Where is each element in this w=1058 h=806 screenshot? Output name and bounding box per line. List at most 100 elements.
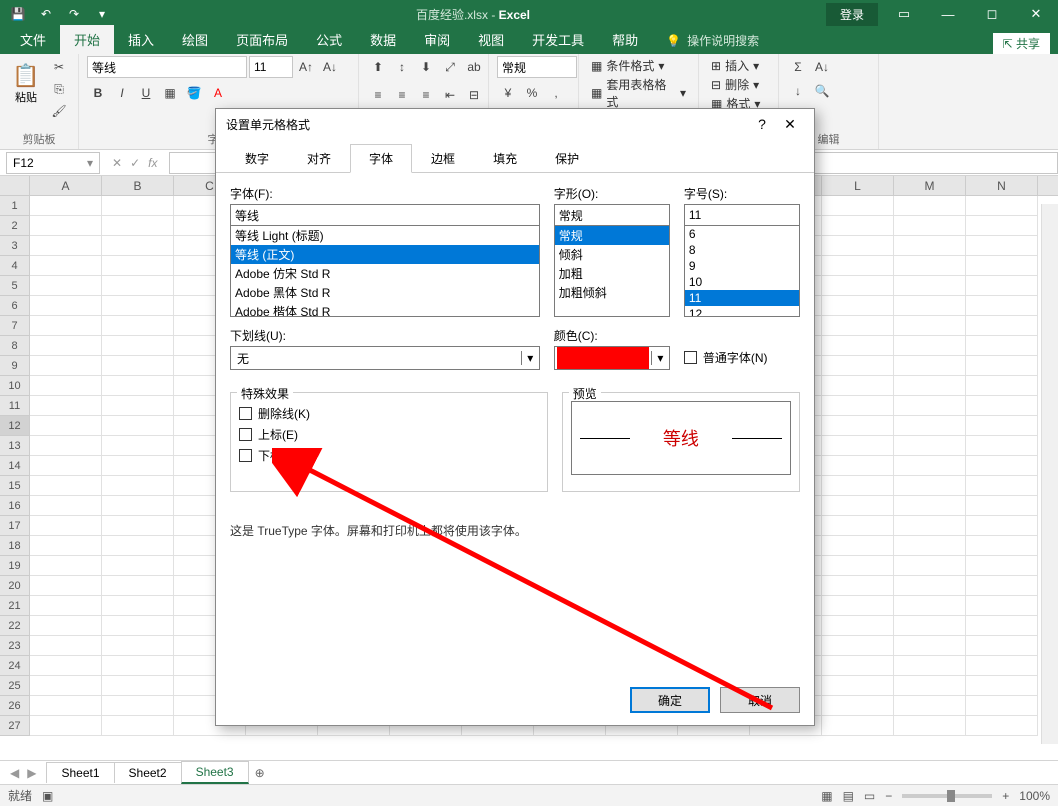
align-bottom-icon[interactable]: ⬇ <box>415 56 437 78</box>
font-size-input[interactable] <box>684 204 800 226</box>
cell[interactable] <box>102 476 174 496</box>
number-format-combo[interactable]: 常规 <box>497 56 577 78</box>
dialog-close-icon[interactable]: ✕ <box>776 116 804 133</box>
cell[interactable] <box>30 616 102 636</box>
cell[interactable] <box>966 576 1038 596</box>
decrease-font-icon[interactable]: A↓ <box>319 56 341 78</box>
cell[interactable] <box>894 436 966 456</box>
cell[interactable] <box>102 356 174 376</box>
italic-button[interactable]: I <box>111 82 133 104</box>
cell[interactable] <box>894 536 966 556</box>
cell[interactable] <box>30 596 102 616</box>
share-button[interactable]: ⇱ 共享 <box>993 33 1050 54</box>
cell[interactable] <box>966 276 1038 296</box>
merge-icon[interactable]: ⊟ <box>463 84 485 106</box>
wrap-text-icon[interactable]: ab <box>463 56 485 78</box>
row-header[interactable]: 27 <box>0 716 30 736</box>
cell[interactable] <box>30 536 102 556</box>
decrease-indent-icon[interactable]: ⇤ <box>439 84 461 106</box>
cell[interactable] <box>894 576 966 596</box>
cell[interactable] <box>822 336 894 356</box>
delete-cells-button[interactable]: ⊟ 删除 ▾ <box>707 75 763 94</box>
dlg-tab-number[interactable]: 数字 <box>226 144 288 173</box>
row-header[interactable]: 5 <box>0 276 30 296</box>
cell[interactable] <box>894 356 966 376</box>
tab-developer[interactable]: 开发工具 <box>518 25 598 54</box>
cell[interactable] <box>966 616 1038 636</box>
cancel-button[interactable]: 取消 <box>720 687 800 713</box>
cell[interactable] <box>966 216 1038 236</box>
cell[interactable] <box>30 476 102 496</box>
align-left-icon[interactable]: ≡ <box>367 84 389 106</box>
cell[interactable] <box>822 236 894 256</box>
cell[interactable] <box>966 596 1038 616</box>
cell[interactable] <box>822 556 894 576</box>
cell[interactable] <box>966 536 1038 556</box>
tab-draw[interactable]: 绘图 <box>168 25 222 54</box>
cell[interactable] <box>966 496 1038 516</box>
strikethrough-checkbox[interactable]: 删除线(K) <box>239 405 539 422</box>
cell[interactable] <box>894 636 966 656</box>
cell[interactable] <box>822 196 894 216</box>
cut-icon[interactable]: ✂ <box>48 56 70 78</box>
cell[interactable] <box>894 696 966 716</box>
cell[interactable] <box>894 296 966 316</box>
cell[interactable] <box>894 316 966 336</box>
font-color-icon[interactable]: A <box>207 82 229 104</box>
redo-icon[interactable]: ↷ <box>62 2 86 26</box>
cell[interactable] <box>966 436 1038 456</box>
fill-icon[interactable]: ↓ <box>787 80 809 102</box>
cell[interactable] <box>102 556 174 576</box>
row-header[interactable]: 1 <box>0 196 30 216</box>
cell[interactable] <box>966 316 1038 336</box>
align-top-icon[interactable]: ⬆ <box>367 56 389 78</box>
tab-data[interactable]: 数据 <box>356 25 410 54</box>
ribbon-display-icon[interactable]: ▭ <box>882 0 926 28</box>
maximize-icon[interactable]: ◻ <box>970 0 1014 28</box>
cell[interactable] <box>30 556 102 576</box>
cell[interactable] <box>894 516 966 536</box>
row-header[interactable]: 19 <box>0 556 30 576</box>
cell[interactable] <box>102 256 174 276</box>
tab-help[interactable]: 帮助 <box>598 25 652 54</box>
cell[interactable] <box>822 636 894 656</box>
cell[interactable] <box>894 716 966 736</box>
cell[interactable] <box>102 676 174 696</box>
cell[interactable] <box>30 436 102 456</box>
find-icon[interactable]: 🔍 <box>811 80 833 102</box>
login-button[interactable]: 登录 <box>826 3 878 26</box>
cell[interactable] <box>894 256 966 276</box>
cell[interactable] <box>966 676 1038 696</box>
zoom-level[interactable]: 100% <box>1019 789 1050 803</box>
font-style-list[interactable]: 常规 倾斜 加粗 加粗倾斜 <box>554 225 670 317</box>
col-header[interactable]: N <box>966 176 1038 195</box>
cell[interactable] <box>102 296 174 316</box>
select-all-corner[interactable] <box>0 176 30 195</box>
cell[interactable] <box>102 436 174 456</box>
row-header[interactable]: 17 <box>0 516 30 536</box>
cell[interactable] <box>102 496 174 516</box>
dialog-titlebar[interactable]: 设置单元格格式 ? ✕ <box>216 109 814 139</box>
row-header[interactable]: 26 <box>0 696 30 716</box>
cell[interactable] <box>894 396 966 416</box>
cell[interactable] <box>102 696 174 716</box>
ok-button[interactable]: 确定 <box>630 687 710 713</box>
cell[interactable] <box>822 436 894 456</box>
cell[interactable] <box>966 416 1038 436</box>
cell[interactable] <box>102 416 174 436</box>
cell[interactable] <box>894 476 966 496</box>
paste-button[interactable]: 📋 粘贴 <box>8 56 44 112</box>
cell[interactable] <box>822 476 894 496</box>
enter-formula-icon[interactable]: ✓ <box>130 156 140 170</box>
cell[interactable] <box>102 456 174 476</box>
tab-file[interactable]: 文件 <box>6 25 60 54</box>
cell[interactable] <box>102 716 174 736</box>
underline-button[interactable]: U <box>135 82 157 104</box>
view-break-icon[interactable]: ▭ <box>864 789 875 803</box>
cell[interactable] <box>30 456 102 476</box>
cell[interactable] <box>894 616 966 636</box>
cell[interactable] <box>102 236 174 256</box>
cell[interactable] <box>966 476 1038 496</box>
orientation-icon[interactable]: ⤢ <box>439 56 461 78</box>
cell[interactable] <box>102 316 174 336</box>
